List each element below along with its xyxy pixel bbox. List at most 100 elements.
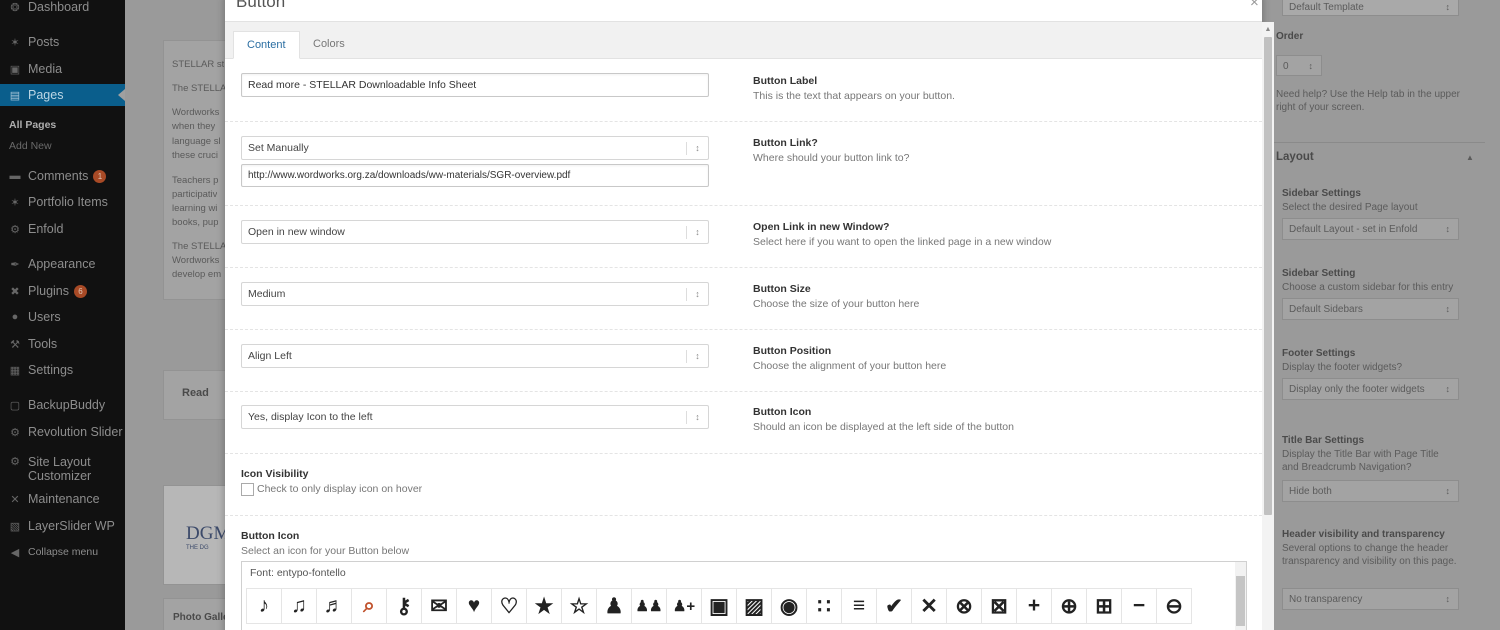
sidebar-item-comments[interactable]: ▬ Comments 1: [0, 165, 125, 187]
layout-toggle-icon[interactable]: ▲: [1466, 151, 1476, 164]
sidebar-settings-select[interactable]: Default Layout - set in Enfold: [1282, 218, 1459, 240]
pin-icon: ✶: [10, 196, 20, 209]
tools-icon: ✕: [10, 493, 20, 506]
button-label-help: This is the text that appears on your bu…: [753, 90, 955, 102]
submenu-add-new[interactable]: Add New: [9, 140, 52, 152]
select-arrow-icon: ↕: [686, 411, 708, 424]
button-link-select[interactable]: Set Manually ↕: [241, 136, 709, 160]
check-icon[interactable]: ✔: [876, 588, 912, 624]
users-icon[interactable]: ♟♟: [631, 588, 667, 624]
icon-picker-scroll-thumb[interactable]: [1236, 576, 1245, 626]
open-window-select[interactable]: Open in new window ↕: [241, 220, 709, 244]
menu-icon[interactable]: ≡: [841, 588, 877, 624]
star-icon[interactable]: ★: [526, 588, 562, 624]
modal-header: Button: [225, 0, 1262, 22]
sidebar-item-backupbuddy[interactable]: ▢ BackupBuddy: [0, 394, 125, 416]
icon-row: Yes, display Icon to the left ↕ Button Ic…: [225, 392, 1262, 454]
user-add-icon[interactable]: ♟+: [666, 588, 702, 624]
user-icon[interactable]: ♟: [596, 588, 632, 624]
scroll-up-icon[interactable]: ▲: [1264, 26, 1272, 34]
close-icon[interactable]: ×: [1250, 0, 1264, 11]
sidebar-item-settings[interactable]: ▦ Settings: [0, 359, 125, 381]
music-icon[interactable]: ♫: [281, 588, 317, 624]
sidebar-item-revolution-slider[interactable]: ⚙ Revolution Slider: [0, 421, 125, 443]
sidebar-item-site-layout-customizer[interactable]: ⚙ Site Layout Customizer: [0, 455, 125, 487]
order-input[interactable]: 0: [1276, 55, 1322, 76]
sidebar-item-collapse-menu[interactable]: ◀ Collapse menu: [0, 541, 125, 563]
picture-icon[interactable]: ▨: [736, 588, 772, 624]
sidebar-item-pages[interactable]: ▤ Pages: [0, 84, 125, 106]
button-label-input[interactable]: Read more - STELLAR Downloadable Info Sh…: [241, 73, 709, 97]
media-icon: ▣: [9, 63, 21, 76]
video-icon[interactable]: ▣: [701, 588, 737, 624]
submenu-all-pages[interactable]: All Pages: [9, 119, 56, 131]
sidebar-item-label: Comments: [28, 169, 89, 183]
plus-squared-icon[interactable]: ⊞: [1086, 588, 1122, 624]
titlebar-settings-select[interactable]: Hide both: [1282, 480, 1459, 502]
tab-colors[interactable]: Colors: [300, 31, 358, 59]
key-icon[interactable]: ⚷: [386, 588, 422, 624]
brush-icon: ✒: [10, 258, 20, 271]
sidebar-item-tools[interactable]: ⚒ Tools: [0, 333, 125, 355]
template-select[interactable]: Default Template: [1282, 0, 1459, 16]
editor-text-line: language sl: [172, 136, 221, 147]
admin-sidebar: ❂ Dashboard ✶ Posts ▣ Media ▤ Pages ▬ Comments 1 ✶ P…: [0, 0, 125, 630]
star-empty-icon[interactable]: ☆: [561, 588, 597, 624]
heart-empty-icon[interactable]: ♡: [491, 588, 527, 624]
editor-text-line: when they: [172, 121, 216, 132]
music-box-icon[interactable]: ♬: [316, 588, 352, 624]
heart-icon[interactable]: ♥: [456, 588, 492, 624]
cancel-icon[interactable]: ✕: [911, 588, 947, 624]
help-text: Need help? Use the Help tab in the upper…: [1276, 89, 1461, 113]
gear-icon: ⚙: [10, 426, 20, 439]
plus-icon[interactable]: +: [1016, 588, 1052, 624]
camera-icon[interactable]: ◉: [771, 588, 807, 624]
sidebar-item-users[interactable]: ● Users: [0, 306, 125, 328]
logo-text: DGM: [186, 524, 231, 544]
footer-settings-select[interactable]: Display only the footer widgets: [1282, 378, 1459, 400]
sidebar-item-posts[interactable]: ✶ Posts: [0, 31, 125, 53]
sidebar-item-label: Maintenance: [28, 492, 100, 506]
sidebar-setting-select[interactable]: Default Sidebars: [1282, 298, 1459, 320]
sidebar-item-plugins[interactable]: ✖ Plugins 6: [0, 280, 125, 302]
note-icon[interactable]: ♪: [246, 588, 282, 624]
visibility-row: [225, 454, 1262, 516]
minus-circled-icon[interactable]: ⊖: [1156, 588, 1192, 624]
cancel-squared-icon[interactable]: ⊠: [981, 588, 1017, 624]
link-row: Set Manually ↕ http://www.wordworks.org.z…: [225, 122, 1262, 206]
sidebar-item-maintenance[interactable]: ✕ Maintenance: [0, 488, 125, 510]
plus-circled-icon[interactable]: ⊕: [1051, 588, 1087, 624]
editor-text-line: Wordworks: [172, 107, 220, 118]
modal-scrollbar[interactable]: ▲: [1262, 22, 1274, 630]
mail-icon[interactable]: ✉: [421, 588, 457, 624]
sidebar-item-appearance[interactable]: ✒ Appearance: [0, 253, 125, 275]
sidebar-settings-title: Sidebar Settings: [1282, 188, 1361, 199]
search-icon[interactable]: ⌕: [351, 588, 387, 624]
sidebar-item-portfolio-items[interactable]: ✶ Portfolio Items: [0, 191, 125, 213]
open-window-help: Select here if you want to open the link…: [753, 236, 1052, 248]
icon-grid: ♪ ♫ ♬ ⌕ ⚷ ✉ ♥ ♡ ★ ☆ ♟ ♟♟ ♟+ ▣ ▨ ◉ ∷ ≡ ✔ ✕ ⊗ ⊠ + ⊕ ⊞ − ⊖: [246, 588, 1192, 624]
pages-icon: ▤: [9, 89, 21, 102]
sidebar-item-label: Media: [28, 62, 63, 76]
sidebar-item-media[interactable]: ▣ Media: [0, 58, 125, 80]
button-link-desc: Button Link? Where should your button li…: [753, 136, 909, 166]
modal-scroll-thumb[interactable]: [1264, 37, 1272, 515]
button-icon-select[interactable]: Yes, display Icon to the left ↕: [241, 405, 709, 429]
button-size-select[interactable]: Medium ↕: [241, 282, 709, 306]
select-arrow-icon: ↕: [686, 226, 708, 239]
tab-content[interactable]: Content: [233, 31, 300, 59]
sidebar-item-dashboard[interactable]: ❂ Dashboard: [0, 0, 125, 18]
sidebar-settings-desc: Select the desired Page layout: [1282, 202, 1418, 213]
header-visibility-select[interactable]: No transparency: [1282, 588, 1459, 610]
sidebar-item-enfold[interactable]: ⚙ Enfold: [0, 218, 125, 240]
icon-picker-scrollbar[interactable]: [1235, 562, 1246, 630]
button-link-url-input[interactable]: http://www.wordworks.org.za/downloads/ww…: [241, 164, 709, 187]
cancel-circled-icon[interactable]: ⊗: [946, 588, 982, 624]
sidebar-item-layerslider-wp[interactable]: ▧ LayerSlider WP: [0, 515, 125, 537]
layout-icon[interactable]: ∷: [806, 588, 842, 624]
button-link-help: Where should your button link to?: [753, 152, 910, 164]
minus-icon[interactable]: −: [1121, 588, 1157, 624]
plugin-icon: ✖: [10, 285, 20, 298]
position-row: Align Left ↕ Button Position Choose the a…: [225, 330, 1262, 392]
button-position-select[interactable]: Align Left ↕: [241, 344, 709, 368]
